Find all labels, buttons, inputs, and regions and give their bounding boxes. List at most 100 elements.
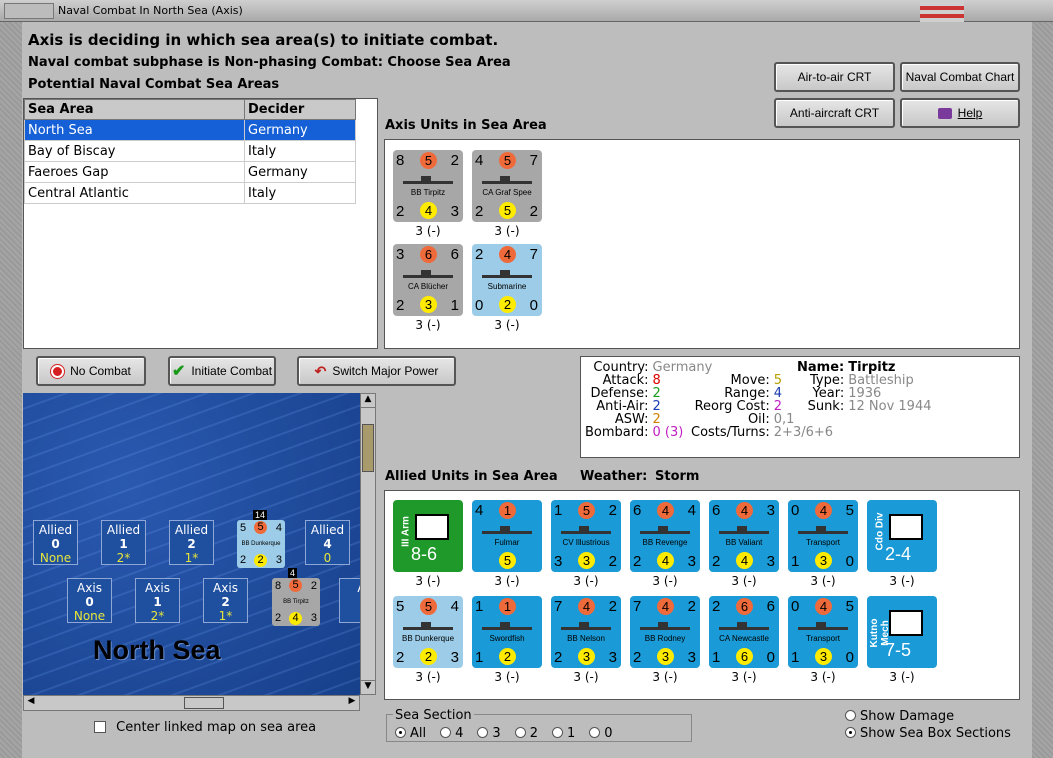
center-link-option[interactable]: Center linked map on sea area — [94, 720, 316, 735]
initiate-combat-button[interactable]: ✔ Initiate Combat — [168, 356, 276, 386]
defense-factor: 1 — [791, 553, 800, 570]
unit-counter[interactable]: 0 4 5 Transport 1 3 0 — [788, 596, 858, 668]
unit-counter[interactable]: III Arm 8-6 — [393, 500, 463, 572]
attack-factor: 0 — [791, 502, 800, 519]
scroll-left-arrow[interactable]: ◀ — [24, 696, 38, 710]
asw-factor: 3 — [687, 649, 696, 666]
show-damage-label: Show Damage — [860, 709, 955, 724]
sea-box-axis[interactable]: Axis 0 None — [67, 578, 112, 623]
sea-box-allied[interactable]: Allied 4 0 — [305, 520, 350, 565]
costs-value: 2+3/6+6 — [773, 425, 834, 440]
ship-silhouette-icon — [561, 526, 611, 534]
sea-area-map[interactable]: Allied 0 None Allied 1 2* Allied 2 1* Allied 4 0 Axi… — [23, 393, 360, 695]
sea-section-option[interactable]: 0 — [589, 726, 613, 741]
bombard-label: Bombard: — [585, 425, 649, 440]
unit-counter[interactable]: 8 5 2 BB Tirpitz 2 4 3 — [393, 150, 463, 222]
unit-counter[interactable]: 7 4 2 BB Nelson 2 3 3 — [551, 596, 621, 668]
range-factor: 2 — [310, 580, 317, 592]
range-factor: 4 — [687, 502, 696, 519]
show-damage-option[interactable]: Show Damage — [845, 709, 954, 724]
sea-section-radio[interactable] — [514, 727, 526, 738]
map-unit-stack[interactable]: 14 5 5 4 BB Dunkerque 2 2 3 — [237, 510, 285, 568]
column-header-decider[interactable]: Decider — [244, 99, 356, 120]
unit-counter[interactable]: 3 6 6 CA Blücher 2 3 1 — [393, 244, 463, 316]
sea-box-allied[interactable]: Allied 2 1* — [169, 520, 214, 565]
no-combat-button[interactable]: No Combat — [36, 356, 146, 386]
help-button[interactable]: Help — [900, 98, 1020, 128]
show-damage-radio[interactable] — [845, 710, 856, 721]
table-row[interactable]: North Sea Germany — [24, 119, 356, 141]
sea-box-axis[interactable]: A — [339, 578, 360, 623]
map-horizontal-scrollbar[interactable]: ◀ ▶ — [23, 695, 360, 711]
axis-units-panel: 8 5 2 BB Tirpitz 2 4 3 3 (-) 4 5 7 CA Graf Spee 2 5 2 3… — [384, 139, 1020, 349]
movement-factor: 5 — [289, 579, 302, 592]
anti-air-factor: 5 — [499, 202, 516, 219]
sea-section-option[interactable]: 3 — [477, 726, 501, 741]
scroll-down-arrow[interactable]: ▼ — [361, 680, 375, 694]
window-menu-icon[interactable] — [4, 3, 54, 19]
unit-counter[interactable]: 2 4 7 Submarine 0 2 0 — [472, 244, 542, 316]
scroll-right-arrow[interactable]: ▶ — [345, 696, 359, 710]
show-sections-radio[interactable] — [845, 727, 856, 738]
unit-counter[interactable]: 5 5 4 BB Dunkerque 2 2 3 — [393, 596, 463, 668]
defense-factor: 2 — [240, 554, 247, 566]
center-link-checkbox[interactable] — [94, 721, 106, 733]
scroll-up-arrow[interactable]: ▲ — [361, 394, 375, 408]
asw-factor: 3 — [450, 649, 459, 666]
sea-section-option[interactable]: 1 — [551, 726, 575, 741]
unit-counter[interactable]: 1 1 Swordfish 1 2 — [472, 596, 542, 668]
unit-status: 3 (-) — [415, 318, 441, 332]
sea-box-axis[interactable]: Axis 2 1* — [203, 578, 248, 623]
movement-factor: 4 — [657, 502, 674, 519]
map-vertical-scrollbar[interactable]: ▲ ▼ — [360, 393, 376, 695]
table-row[interactable]: Faeroes Gap Germany — [24, 161, 356, 183]
scroll-thumb[interactable] — [184, 697, 224, 709]
sea-section-radio[interactable] — [551, 727, 563, 738]
table-row[interactable]: Bay of Biscay Italy — [24, 140, 356, 162]
show-sections-option[interactable]: Show Sea Box Sections — [845, 726, 1011, 741]
unit-counter[interactable]: 6 4 3 BB Valiant 2 4 3 — [709, 500, 779, 572]
unit-counter[interactable]: 6 4 4 BB Revenge 2 4 3 — [630, 500, 700, 572]
sea-section-option[interactable]: 4 — [440, 726, 463, 741]
sea-section-radio[interactable] — [440, 727, 452, 738]
column-header-sea-area[interactable]: Sea Area — [24, 99, 245, 120]
sea-section-option[interactable]: All — [395, 726, 426, 741]
unit-name: BB Tirpitz — [283, 599, 309, 605]
sea-box-axis[interactable]: Axis 1 2* — [135, 578, 180, 623]
sea-section-radio[interactable] — [395, 727, 406, 738]
unit-counter[interactable]: 1 5 2 CV Illustrious 3 3 2 — [551, 500, 621, 572]
unit-status: 3 (-) — [731, 670, 757, 684]
anti-aircraft-crt-button[interactable]: Anti-aircraft CRT — [774, 98, 895, 128]
naval-combat-chart-button[interactable]: Naval Combat Chart — [900, 62, 1020, 92]
air-to-air-crt-button[interactable]: Air-to-air CRT — [774, 62, 895, 92]
unit-counter[interactable]: 2 6 6 CA Newcastle 1 6 0 — [709, 596, 779, 668]
sea-box-side: Allied — [106, 523, 141, 537]
switch-major-power-button[interactable]: ↶ Switch Major Power — [297, 356, 456, 386]
movement-factor: 4 — [815, 502, 832, 519]
unit-counter[interactable]: Cdo Div 2-4 — [867, 500, 937, 572]
unit-counter[interactable]: 0 4 5 Transport 1 3 0 — [788, 500, 858, 572]
sea-box-allied[interactable]: Allied 1 2* — [101, 520, 146, 565]
defense-factor: 2 — [633, 649, 642, 666]
anti-air-factor: 3 — [815, 552, 832, 569]
table-row[interactable]: Central Atlantic Italy — [24, 182, 356, 204]
sea-section-radio[interactable] — [589, 727, 601, 738]
unit-counter[interactable]: 7 4 2 BB Rodney 2 3 3 — [630, 596, 700, 668]
anti-air-factor: 2 — [420, 648, 437, 665]
attack-factor: 1 — [554, 502, 563, 519]
sea-section-option[interactable]: 2 — [514, 726, 538, 741]
sea-area-cell: Bay of Biscay — [24, 140, 245, 162]
attack-factor: 6 — [712, 502, 721, 519]
map-unit-stack[interactable]: 4 8 5 2 BB Tirpitz 2 4 3 — [272, 568, 320, 626]
movement-factor: 4 — [578, 598, 595, 615]
ship-silhouette-icon — [719, 526, 769, 534]
unit-counter[interactable]: 4 5 7 CA Graf Spee 2 5 2 — [472, 150, 542, 222]
sea-box-allied[interactable]: Allied 0 None — [33, 520, 78, 565]
unit-counter[interactable]: Kutno Mech 7-5 — [867, 596, 937, 668]
scroll-thumb[interactable] — [362, 424, 374, 472]
sea-section-radio[interactable] — [477, 727, 489, 738]
german-flag-icon — [920, 0, 964, 22]
combat-factor: 2-4 — [885, 544, 912, 564]
sea-box-side: Axis — [77, 581, 102, 595]
unit-counter[interactable]: 4 1 Fulmar 5 — [472, 500, 542, 572]
